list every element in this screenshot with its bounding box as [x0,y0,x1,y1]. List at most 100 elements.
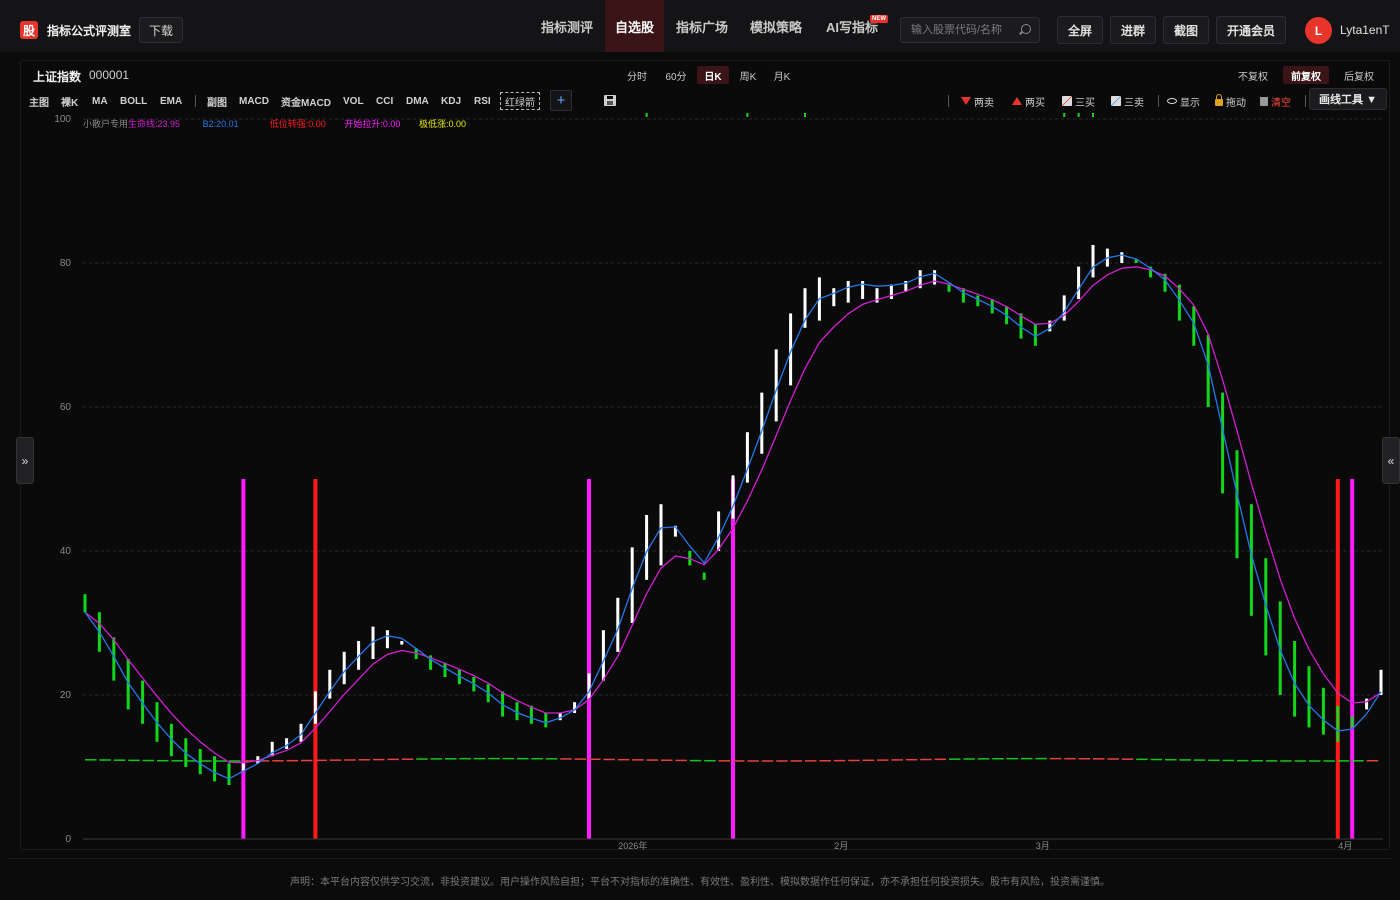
tool-show[interactable]: 显示 [1167,92,1200,110]
candle-body [659,504,663,566]
candle-body [227,763,231,785]
tab-red-green-arrow[interactable]: 红绿箭 [500,92,540,110]
candle-body [601,630,605,681]
candle-body [1221,392,1225,494]
download-button[interactable]: 下载 [139,17,183,43]
tab-kdj[interactable]: KDJ [441,92,461,110]
top-marker [1063,113,1066,117]
chart-panel: 上证指数 000001 分时 60分 日K 周K 月K 不复权 前复权 后复权 … [20,60,1391,851]
candle-body [947,284,951,292]
legend-entry: 小散户专用 [83,118,128,129]
tab-ma[interactable]: MA [92,92,108,110]
y-tick-label: 0 [65,834,71,845]
stock-search-box[interactable] [900,17,1040,43]
screenshot-button[interactable]: 截图 [1163,16,1209,44]
trend-line-icon [1111,96,1121,106]
brand-title[interactable]: 指标公式评测室 [47,22,131,39]
candle-body [1365,698,1369,710]
candle-body [1062,295,1066,321]
tool-three-sell[interactable]: 三卖 [1111,92,1144,110]
vip-button[interactable]: 开通会员 [1216,16,1286,44]
tab-main-chart[interactable]: 主图 [29,92,49,110]
period-tab-intraday[interactable]: 分时 [621,66,653,84]
tool-two-buy[interactable]: 两买 [1012,92,1045,110]
top-navigation-bar: 股 指标公式评测室 下载 指标测评 自选股 指标广场 模拟策略 AI写指标 NE… [0,0,1400,52]
chart-svg[interactable]: 0 20 40 60 80 100 2026年 2月 3月 4月 小散户专用 生命线:23.95 B2… [21,113,1391,851]
tool-clear[interactable]: 清空 [1260,92,1291,110]
period-tab-60min[interactable]: 60分 [659,66,693,84]
candle-body [1091,245,1095,278]
tool-drag[interactable]: 拖动 [1215,92,1246,110]
tool-clear-label: 清空 [1271,97,1291,109]
drawing-tools-dropdown[interactable]: 画线工具 ▼ [1309,88,1387,110]
candle-body [573,702,577,713]
candlestick-chart[interactable]: 0 20 40 60 80 100 2026年 2月 3月 4月 小散户专用 生命线:23.95 B2… [21,113,1391,851]
disclaimer-text: 声明：本平台内容仅供学习交流，非投资建议。用户操作风险自担；平台不对指标的准确性… [290,877,1110,888]
nav-simulated-strategy[interactable]: 模拟策略 [742,0,810,52]
tool-three-buy[interactable]: 三买 [1062,92,1095,110]
candle-body [285,738,289,749]
candle-body [702,572,706,580]
y-tick-label: 20 [60,690,72,701]
divider [1158,95,1159,107]
nav-watchlist[interactable]: 自选股 [605,0,664,52]
candle-body [846,281,850,303]
fullscreen-button[interactable]: 全屏 [1057,16,1103,44]
tool-three-buy-label: 三买 [1075,97,1095,109]
right-collapse-button[interactable]: « [1382,437,1400,484]
adjust-tab-none[interactable]: 不复权 [1231,66,1275,84]
eye-icon [1167,98,1177,104]
tab-dma[interactable]: DMA [406,92,429,110]
legend-entry: 低位转强:0.00 [270,118,326,129]
tool-show-label: 显示 [1180,97,1200,109]
divider [948,95,949,107]
tool-two-sell-label: 两卖 [974,97,994,109]
left-collapse-button[interactable]: » [16,437,34,484]
candle-body [313,691,317,724]
down-triangle-icon [961,97,971,105]
candle-body [933,270,937,285]
tool-two-sell[interactable]: 两卖 [961,92,994,110]
top-marker [645,113,648,117]
candle-body [1120,252,1124,263]
candle-body [760,392,764,454]
period-tab-monthly[interactable]: 月K [767,66,797,84]
nav-ai-write-indicator[interactable]: AI写指标 NEW [816,0,888,52]
stock-search-input[interactable] [911,22,1021,38]
save-icon[interactable] [604,95,616,106]
lock-icon [1215,94,1223,106]
candle-body [213,756,217,782]
join-group-button[interactable]: 进群 [1110,16,1156,44]
tab-fund-macd[interactable]: 资金MACD [281,92,331,110]
logo-icon: 股 [20,21,38,39]
candle-body [976,295,980,307]
candle-body [1379,669,1383,695]
username[interactable]: Lyta1enT [1340,23,1390,37]
stock-code: 000001 [89,68,130,82]
tab-cci[interactable]: CCI [376,92,393,110]
nav-indicator-plaza[interactable]: 指标广场 [668,0,736,52]
tab-vol[interactable]: VOL [343,92,364,110]
adjust-tab-backward[interactable]: 后复权 [1337,66,1381,84]
tab-macd[interactable]: MACD [239,92,269,110]
candle-body [443,662,447,677]
nav-indicator-review[interactable]: 指标测评 [531,0,603,52]
adjust-tab-forward[interactable]: 前复权 [1283,66,1329,84]
tab-naked-k[interactable]: 裸K [61,92,78,110]
candle-body [1321,687,1325,735]
user-avatar[interactable]: L [1305,17,1332,44]
tab-sub-chart[interactable]: 副图 [207,92,227,110]
x-tick-label: 4月 [1338,841,1352,851]
add-indicator-button[interactable]: + [550,90,572,111]
candle-body [241,763,245,771]
tab-rsi[interactable]: RSI [474,92,491,110]
period-tab-daily[interactable]: 日K [697,66,729,84]
period-tab-weekly[interactable]: 周K [733,66,763,84]
candle-body [731,475,735,519]
tab-ema[interactable]: EMA [160,92,182,110]
stock-name: 上证指数 [33,70,82,84]
search-icon[interactable] [1021,24,1031,34]
candle-body [1077,266,1081,299]
candle-body [328,669,332,699]
tab-boll[interactable]: BOLL [120,92,147,110]
